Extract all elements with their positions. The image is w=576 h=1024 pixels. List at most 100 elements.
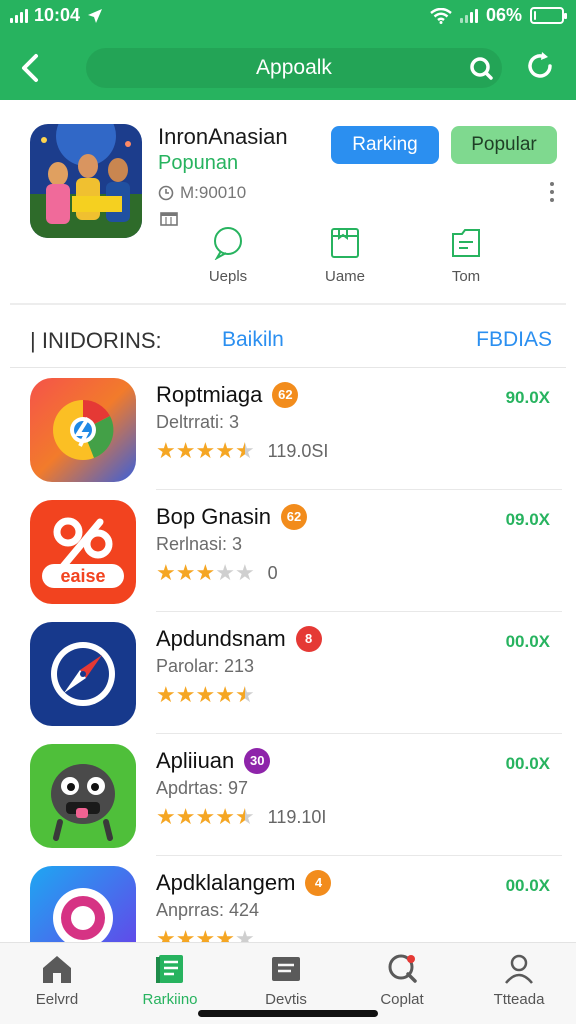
app-badge: 4: [305, 870, 332, 896]
action-tom-label: Tom: [451, 268, 481, 285]
app-name-text: Apdklalangem: [156, 870, 296, 895]
camera-lens-icon[interactable]: [30, 866, 136, 942]
search-icon[interactable]: [468, 55, 494, 81]
star-icon: ★: [234, 926, 255, 943]
bookmark-folder-icon: [331, 228, 359, 258]
star-icon: ★: [175, 926, 196, 943]
app-row[interactable]: Apdklalangem 4 Anprras: 424 ★★★★★ 00.0X: [0, 856, 576, 942]
cellular-signal-icon: [10, 8, 28, 23]
nav-item-home[interactable]: Eelvrd: [2, 953, 112, 1008]
app-name-text: Apdundsnam: [156, 626, 286, 651]
rating-stars: ★★★★★ 119.10I: [156, 806, 326, 829]
nav-label-home: Eelvrd: [35, 991, 79, 1008]
search-bar[interactable]: Appoalk: [86, 48, 502, 88]
action-updates[interactable]: Uepls: [193, 226, 263, 285]
featured-card[interactable]: InronAnasian Popunan M:90010 Rarking Pop…: [10, 100, 566, 305]
app-row[interactable]: eaise Bop Gnasin 62 Rerlnasi: 3 ★★★★★ 0 0…: [0, 490, 576, 612]
app-badge: 62: [280, 504, 307, 530]
featured-app-image[interactable]: [30, 124, 142, 238]
star-icon: ★: [156, 682, 176, 707]
app-name: Roptmiaga 62: [156, 382, 299, 408]
section-more-link[interactable]: FBDIAS: [476, 328, 552, 352]
star-icon: ★: [215, 682, 235, 707]
star-icon: ★: [215, 926, 235, 943]
app-name: Bop Gnasin 62: [156, 504, 307, 530]
profile-icon: [505, 954, 533, 984]
app-name-text: Roptmiaga: [156, 382, 263, 407]
top-app-bar: 10:04 06% Appoalk: [0, 0, 576, 100]
star-icon: ★: [234, 682, 255, 707]
back-arrow-icon[interactable]: [14, 48, 50, 88]
rating-count: 119.10I: [267, 807, 327, 827]
app-subtitle: Apdrtas: 97: [156, 778, 249, 798]
ranking-button[interactable]: Rarking: [331, 126, 439, 164]
app-row[interactable]: Apdundsnam 8 Parolar: 213 ★★★★★ 00.0X: [0, 612, 576, 734]
app-price[interactable]: 00.0X: [506, 876, 550, 896]
wifi-icon: [430, 7, 452, 24]
app-price[interactable]: 00.0X: [506, 632, 550, 652]
star-icon: ★: [156, 926, 176, 943]
signal-bars-icon: [459, 8, 478, 23]
star-icon: ★: [234, 804, 255, 829]
star-icon: ★: [195, 560, 216, 585]
featured-time-text: M:90010: [180, 183, 247, 202]
action-name[interactable]: Uame: [310, 226, 380, 285]
refresh-icon[interactable]: [524, 50, 556, 82]
star-icon: ★: [195, 926, 216, 943]
folder-icon: [272, 957, 300, 981]
scissors-sale-icon[interactable]: eaise: [30, 500, 136, 604]
star-icon: ★: [195, 804, 216, 829]
app-price[interactable]: 90.0X: [506, 388, 550, 408]
star-icon: ★: [215, 804, 235, 829]
app-price[interactable]: 09.0X: [506, 510, 550, 530]
action-updates-label: Uepls: [208, 268, 248, 285]
archive-icon: [452, 229, 480, 257]
star-icon: ★: [195, 438, 216, 463]
nav-label-coplat: Coplat: [380, 991, 424, 1008]
home-icon: [43, 956, 71, 983]
star-icon: ★: [215, 438, 235, 463]
rating-count: 119.0SI: [267, 441, 329, 461]
nav-item-ranking[interactable]: Rarkiino: [115, 953, 225, 1008]
nav-item-coplat[interactable]: Coplat: [347, 953, 457, 1008]
calendar-icon: [160, 212, 178, 226]
app-row[interactable]: Roptmiaga 62 Deltrrati: 3 ★★★★★ 119.0SI 9…: [0, 368, 576, 490]
featured-app-subtitle: Popunan: [158, 152, 239, 174]
star-group: ★★★★★: [156, 926, 255, 943]
app-subtitle: Parolar: 213: [156, 656, 255, 676]
star-icon: ★: [156, 438, 176, 463]
app-name-text: Apliiuan: [156, 748, 235, 773]
app-price[interactable]: 00.0X: [506, 754, 550, 774]
section-tab-link[interactable]: Baikiln: [222, 328, 284, 352]
section-header: | INIDORINS: Baikiln FBDIAS: [0, 306, 576, 368]
star-icon: ★: [156, 804, 176, 829]
rating-count: 0: [267, 563, 278, 583]
ranking-book-icon: [156, 955, 183, 983]
star-icon: ★: [234, 560, 255, 585]
rating-stars: ★★★★★: [156, 926, 268, 943]
home-indicator[interactable]: [198, 1010, 378, 1017]
app-row[interactable]: Apliiuan 30 Apdrtas: 97 ★★★★★ 119.10I 00.…: [0, 734, 576, 856]
app-name: Apliiuan 30: [156, 748, 271, 774]
nav-label-profile: Ttteada: [493, 991, 545, 1008]
popular-button[interactable]: Popular: [451, 126, 557, 164]
compass-icon[interactable]: [30, 622, 136, 726]
section-title: | INIDORINS:: [30, 328, 162, 353]
chat-bubble-icon: [214, 227, 242, 260]
nav-item-profile[interactable]: Ttteada: [464, 953, 574, 1008]
chrome-like-icon[interactable]: [30, 378, 136, 482]
status-time: 10:04: [34, 5, 81, 25]
nav-label-ranking: Rarkiino: [142, 991, 198, 1008]
action-tom[interactable]: Tom: [431, 226, 501, 285]
app-badge: 8: [295, 626, 322, 652]
star-icon: ★: [195, 682, 216, 707]
nav-item-devtis[interactable]: Devtis: [231, 953, 341, 1008]
chat-search-icon: [388, 954, 417, 983]
monster-game-icon[interactable]: [30, 744, 136, 848]
star-icon: ★: [175, 804, 196, 829]
rating-stars: ★★★★★ 119.0SI: [156, 440, 328, 463]
more-options-icon[interactable]: [550, 182, 554, 202]
star-group: ★★★★★: [156, 806, 255, 829]
clock-icon: [158, 185, 174, 201]
star-icon: ★: [156, 560, 176, 585]
